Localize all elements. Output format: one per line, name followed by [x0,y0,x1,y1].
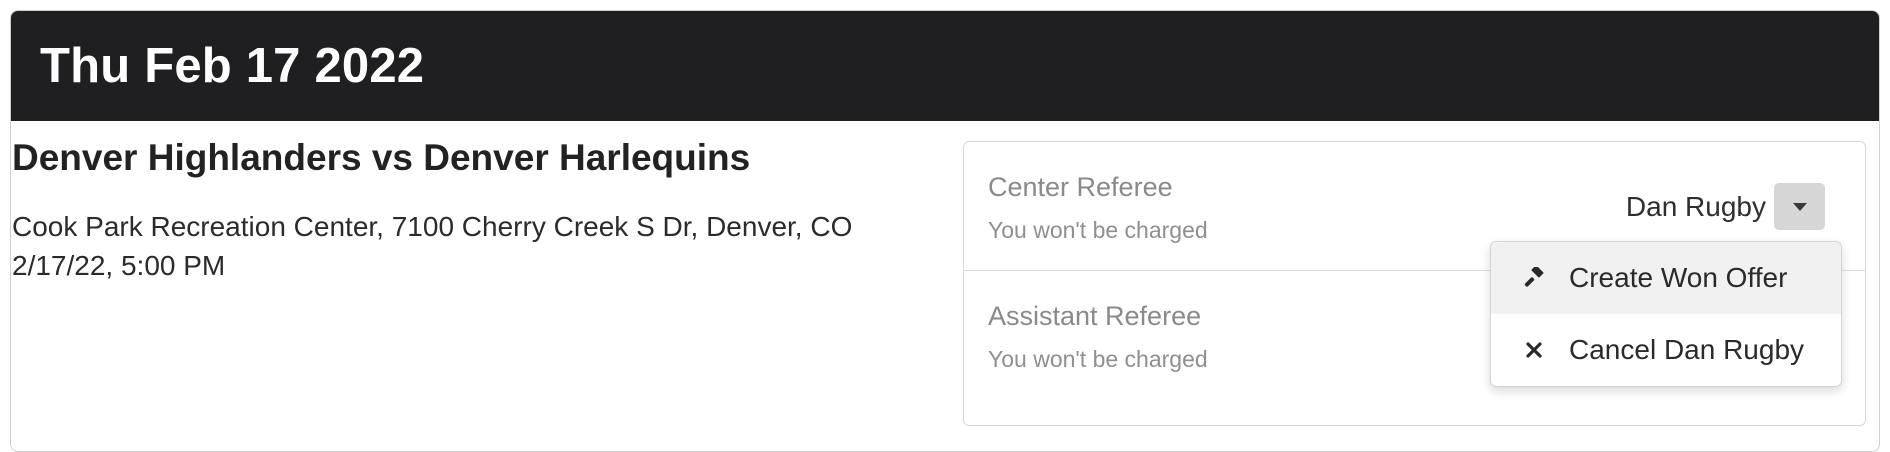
game-info: Denver Highlanders vs Denver Harlequins … [12,136,942,285]
game-location: Cook Park Recreation Center, 7100 Cherry… [12,211,853,242]
menu-item-cancel-assignee[interactable]: Cancel Dan Rugby [1491,314,1841,386]
caret-down-icon [1792,202,1807,211]
gavel-icon [1521,265,1547,291]
assignee: Dan Rugby [1626,183,1825,230]
menu-item-label: Create Won Offer [1569,262,1788,293]
game-datetime: 2/17/22, 5:00 PM [12,250,226,281]
date-heading: Thu Feb 17 2022 [40,39,425,93]
close-icon [1521,337,1547,363]
assignee-actions-menu: Create Won Offer Cancel Dan Rugby [1490,241,1842,387]
assignee-name: Dan Rugby [1625,190,1766,222]
menu-item-create-won-offer[interactable]: Create Won Offer [1491,242,1841,314]
assignee-actions-button[interactable] [1774,183,1825,230]
card-header: Thu Feb 17 2022 [11,11,1879,121]
menu-item-label: Cancel Dan Rugby [1569,334,1805,365]
game-title: Denver Highlanders vs Denver Harlequins [12,137,751,178]
